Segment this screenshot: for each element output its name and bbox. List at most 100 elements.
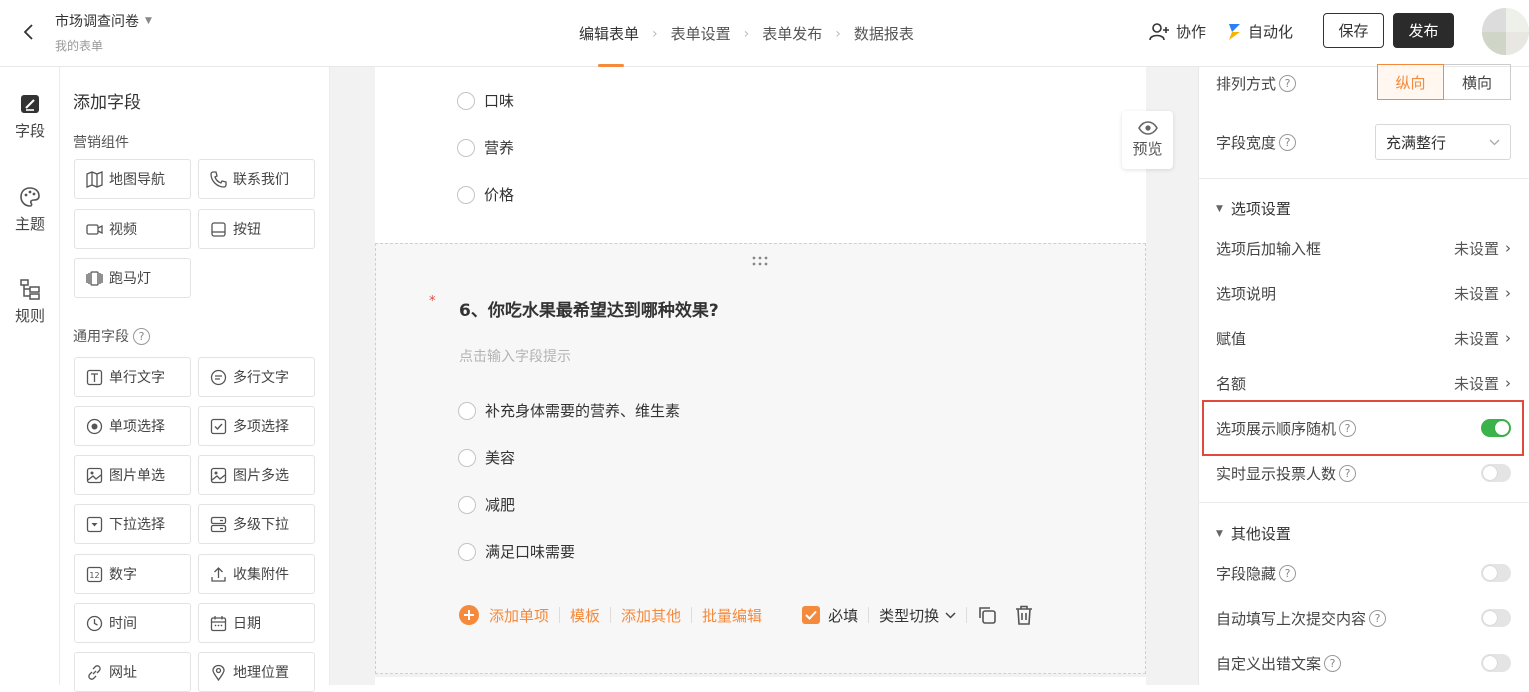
- option-setting-row[interactable]: 选项后加输入框 未设置 ›: [1216, 237, 1511, 259]
- option-settings-header[interactable]: ▼ 选项设置: [1216, 198, 1291, 219]
- question-card-next[interactable]: [375, 677, 1146, 685]
- comp-button[interactable]: 按钮: [198, 209, 315, 249]
- caret-down-icon: ▼: [1216, 528, 1223, 539]
- comp-image-single[interactable]: 图片单选: [74, 455, 191, 495]
- collab-button[interactable]: 协作: [1149, 21, 1206, 42]
- drag-handle-icon[interactable]: [752, 256, 768, 266]
- comp-marquee[interactable]: 跑马灯: [74, 258, 191, 298]
- comp-url[interactable]: 网址: [74, 652, 191, 692]
- question-hint-input[interactable]: 点击输入字段提示: [459, 346, 571, 366]
- rail-item-rules[interactable]: 规则: [0, 278, 60, 326]
- comp-single-choice[interactable]: 单项选择: [74, 406, 191, 446]
- random-order-toggle[interactable]: [1481, 419, 1511, 437]
- comp-contact-us[interactable]: 联系我们: [198, 159, 315, 199]
- rail-item-fields[interactable]: 字段: [0, 93, 60, 141]
- radio-button[interactable]: [458, 448, 476, 467]
- form-breadcrumb[interactable]: 我的表单: [55, 37, 103, 54]
- comp-single-line-text[interactable]: 单行文字: [74, 357, 191, 397]
- radio-button[interactable]: [458, 495, 476, 514]
- radio-button[interactable]: [457, 91, 475, 110]
- save-button[interactable]: 保存: [1323, 13, 1384, 48]
- help-icon[interactable]: ?: [1324, 654, 1342, 672]
- image-multi-icon: [210, 467, 227, 483]
- question-card-selected[interactable]: * 6、你吃水果最希望达到哪种效果? 点击输入字段提示 补充身体需要的营养、维生…: [375, 243, 1146, 674]
- arrange-vertical-option[interactable]: 纵向: [1377, 64, 1444, 100]
- batch-edit-link[interactable]: 批量编辑: [702, 605, 762, 626]
- custom-error-toggle[interactable]: [1481, 654, 1511, 672]
- caret-down-icon: ▼: [1216, 203, 1223, 214]
- help-icon[interactable]: ?: [1279, 564, 1297, 582]
- help-icon[interactable]: ?: [1279, 133, 1297, 151]
- publish-button[interactable]: 发布: [1393, 13, 1454, 48]
- trash-icon[interactable]: [1015, 605, 1033, 625]
- chevron-right-icon: ›: [835, 25, 841, 42]
- help-icon[interactable]: ?: [1369, 609, 1387, 627]
- required-checkbox[interactable]: [802, 606, 821, 624]
- radio-button[interactable]: [458, 542, 476, 561]
- option-setting-row[interactable]: 选项说明 未设置 ›: [1216, 282, 1511, 304]
- comp-multi-line-text[interactable]: 多行文字: [198, 357, 315, 397]
- template-link[interactable]: 模板: [570, 605, 600, 626]
- comp-multi-choice[interactable]: 多项选择: [198, 406, 315, 446]
- autofill-toggle[interactable]: [1481, 609, 1511, 627]
- other-settings-header[interactable]: ▼ 其他设置: [1216, 523, 1291, 544]
- back-arrow-icon[interactable]: [18, 21, 40, 43]
- rail-item-theme[interactable]: 主题: [0, 186, 60, 234]
- chevron-right-icon: ›: [652, 25, 658, 42]
- comp-image-multi[interactable]: 图片多选: [198, 455, 315, 495]
- top-bar: 市场调查问卷 ▼ 我的表单 编辑表单 › 表单设置 › 表单发布 › 数据报表 …: [0, 0, 1529, 67]
- step-form-settings[interactable]: 表单设置: [671, 0, 731, 67]
- radio-button[interactable]: [457, 185, 475, 204]
- option-item[interactable]: 口味: [457, 90, 514, 111]
- comp-number[interactable]: 12 数字: [74, 554, 191, 594]
- radio-button[interactable]: [457, 138, 475, 157]
- option-item[interactable]: 减肥: [458, 494, 515, 515]
- comp-attachment[interactable]: 收集附件: [198, 554, 315, 594]
- step-data-report[interactable]: 数据报表: [854, 0, 914, 67]
- calendar-icon: [210, 615, 227, 631]
- add-user-icon: [1149, 22, 1171, 42]
- link-icon: [88, 664, 101, 680]
- comp-time[interactable]: 时间: [74, 603, 191, 643]
- form-title[interactable]: 市场调查问卷 ▼: [55, 11, 152, 31]
- live-votes-toggle[interactable]: [1481, 464, 1511, 482]
- comp-video[interactable]: 视频: [74, 209, 191, 249]
- arrange-horizontal-option[interactable]: 横向: [1444, 64, 1511, 100]
- option-setting-row[interactable]: 名额 未设置 ›: [1216, 372, 1511, 394]
- option-setting-row[interactable]: 赋值 未设置 ›: [1216, 327, 1511, 349]
- field-hidden-row: 字段隐藏?: [1216, 562, 1511, 584]
- help-icon[interactable]: ?: [1279, 74, 1297, 92]
- radio-button[interactable]: [458, 401, 476, 420]
- field-hidden-toggle[interactable]: [1481, 564, 1511, 582]
- help-icon[interactable]: ?: [133, 327, 150, 345]
- add-option-link[interactable]: 添加单项: [489, 605, 549, 626]
- divider: [1199, 502, 1529, 503]
- video-icon: [86, 223, 103, 235]
- step-edit-form[interactable]: 编辑表单: [579, 0, 639, 67]
- copy-icon[interactable]: [977, 605, 997, 625]
- add-other-link[interactable]: 添加其他: [621, 605, 681, 626]
- option-item[interactable]: 补充身体需要的营养、维生素: [458, 400, 680, 421]
- option-item[interactable]: 营养: [457, 137, 514, 158]
- preview-button[interactable]: 预览: [1122, 111, 1173, 169]
- option-item[interactable]: 满足口味需要: [458, 541, 575, 562]
- comp-dropdown[interactable]: 下拉选择: [74, 504, 191, 544]
- question-card-previous[interactable]: 口味 营养 价格 预览: [375, 67, 1173, 243]
- step-form-publish[interactable]: 表单发布: [762, 0, 822, 67]
- width-select[interactable]: 充满整行: [1375, 124, 1511, 160]
- map-icon: [86, 170, 103, 188]
- option-item[interactable]: 美容: [458, 447, 515, 468]
- automation-button[interactable]: 自动化: [1226, 21, 1293, 42]
- help-icon[interactable]: ?: [1339, 464, 1357, 482]
- avatar[interactable]: [1482, 8, 1529, 55]
- collab-label: 协作: [1176, 23, 1207, 41]
- type-switch-dropdown[interactable]: 类型切换: [879, 605, 956, 626]
- option-item[interactable]: 价格: [457, 184, 514, 205]
- comp-location[interactable]: 地理位置: [198, 652, 315, 692]
- add-circle-icon[interactable]: [459, 605, 479, 625]
- help-icon[interactable]: ?: [1339, 419, 1357, 437]
- comp-date[interactable]: 日期: [198, 603, 315, 643]
- question-title[interactable]: 6、你吃水果最希望达到哪种效果?: [459, 296, 719, 321]
- comp-map-nav[interactable]: 地图导航: [74, 159, 191, 199]
- comp-cascade-dropdown[interactable]: 多级下拉: [198, 504, 315, 544]
